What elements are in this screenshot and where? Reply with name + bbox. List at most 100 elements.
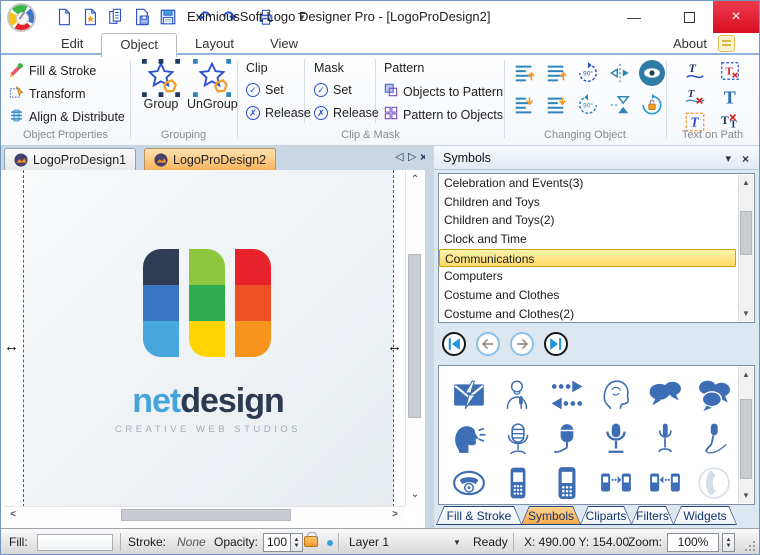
document-tab-logoprodesign1[interactable]: LogoProDesign1	[4, 148, 136, 170]
panel-close-icon[interactable]: ×	[742, 152, 749, 166]
objects-to-pattern-button[interactable]: Objects to Pattern	[384, 83, 503, 100]
logo-mark[interactable]	[143, 249, 273, 357]
prev-document-icon[interactable]: ◁	[395, 150, 403, 163]
previous-page-button[interactable]	[476, 332, 500, 356]
symbol-desk-mic[interactable]	[645, 420, 685, 458]
panel-tab-cliparts[interactable]: Cliparts	[580, 506, 632, 525]
category-item[interactable]: Children and Toys	[439, 193, 754, 212]
panel-tab-fill-stroke[interactable]: Fill & Stroke	[436, 506, 522, 525]
help-icon[interactable]	[718, 35, 735, 52]
last-page-button[interactable]	[544, 332, 568, 356]
mask-set-button[interactable]: ✓ Set	[314, 83, 352, 97]
stroke-value[interactable]: None	[177, 529, 206, 555]
insert-text-button[interactable]: T	[718, 85, 742, 109]
save-document-icon[interactable]	[131, 6, 153, 28]
right-resize-handle[interactable]: ↔	[387, 340, 402, 354]
horizontal-scroll-thumb[interactable]	[121, 509, 291, 521]
align-justify-arrow-button[interactable]	[543, 60, 569, 86]
opacity-input[interactable]: 100	[263, 533, 291, 552]
rotate-cw-90-button[interactable]: 90°	[575, 60, 601, 86]
visibility-eye-button[interactable]	[639, 60, 665, 86]
flip-horizontal-button[interactable]	[607, 60, 633, 86]
zoom-stepper[interactable]: ▲▼	[722, 533, 735, 552]
symbol-phone-send[interactable]	[596, 464, 636, 502]
stepper-down-icon[interactable]: ▼	[726, 543, 732, 549]
menu-tab-edit[interactable]: Edit	[43, 33, 101, 55]
panel-tab-filters[interactable]: Filters	[631, 506, 674, 525]
category-item[interactable]: Communications	[439, 249, 736, 268]
symbol-vintage-mic[interactable]	[498, 420, 538, 458]
ungroup-button[interactable]: UnGroup	[187, 59, 237, 111]
symbol-mail-flash[interactable]	[449, 376, 489, 414]
about-menu[interactable]: About	[673, 33, 707, 55]
pattern-to-objects-button[interactable]: Pattern to Objects	[384, 106, 503, 123]
align-top-arrow-button[interactable]	[511, 60, 537, 86]
fill-color-swatch[interactable]	[37, 534, 113, 551]
panel-collapse-icon[interactable]: ▾	[725, 152, 731, 165]
grid-scroll-thumb[interactable]	[740, 399, 752, 479]
layer-dropdown-icon[interactable]: ▼	[453, 530, 461, 555]
symbol-talking-head[interactable]	[449, 420, 489, 458]
close-button[interactable]: ×	[713, 1, 759, 33]
left-resize-handle[interactable]: ↔	[4, 340, 19, 354]
scroll-up-icon[interactable]: ⌃	[407, 173, 423, 187]
transform-button[interactable]: Transform	[9, 85, 86, 103]
align-distribute-button[interactable]: Align & Distribute	[9, 108, 125, 126]
new-from-template-icon[interactable]	[79, 6, 101, 28]
maximize-button[interactable]	[666, 1, 712, 33]
panel-tab-widgets[interactable]: Widgets	[673, 506, 737, 525]
clip-set-button[interactable]: ✓ Set	[246, 83, 284, 97]
symbol-phone-receive[interactable]	[645, 464, 685, 502]
mask-release-button[interactable]: ✗ Release	[314, 106, 379, 120]
canvas[interactable]: ↔ ↔ netdesign CREATIVE WEB STUDIOS ⌃ ⌄ <…	[3, 170, 425, 522]
group-button[interactable]: Group	[136, 59, 186, 111]
stepper-down-icon[interactable]: ▼	[294, 543, 300, 549]
fill-stroke-button[interactable]: Fill & Stroke	[9, 62, 96, 80]
remove-text-frame-button[interactable]: T	[718, 59, 742, 83]
lock-icon[interactable]	[304, 536, 318, 547]
symbol-chat-three[interactable]	[694, 376, 734, 414]
minimize-button[interactable]: —	[611, 1, 657, 33]
copy-document-icon[interactable]	[105, 6, 127, 28]
menu-tab-layout[interactable]: Layout	[177, 33, 252, 55]
resize-grip[interactable]	[744, 540, 757, 553]
symbol-rotary-phone[interactable]	[449, 464, 489, 502]
opacity-stepper[interactable]: ▲▼	[290, 533, 303, 552]
next-document-icon[interactable]: ▷	[408, 150, 416, 163]
symbol-mic-stand[interactable]	[596, 420, 636, 458]
category-item[interactable]: Clock and Time	[439, 230, 754, 249]
symbol-head-sketch[interactable]	[596, 376, 636, 414]
category-item[interactable]: Children and Toys(2)	[439, 211, 754, 230]
symbol-cellphone[interactable]	[498, 464, 538, 502]
align-bottom-arrow-button[interactable]	[511, 92, 537, 118]
logo-wordmark[interactable]: netdesign	[43, 382, 373, 421]
scroll-down-icon[interactable]: ▼	[738, 489, 754, 503]
category-item[interactable]: Celebration and Events(3)	[439, 174, 754, 193]
flip-vertical-button[interactable]	[607, 92, 633, 118]
symbol-hand-mic[interactable]	[694, 420, 734, 458]
category-item[interactable]: Computers	[439, 267, 754, 286]
vertical-scroll-thumb[interactable]	[408, 254, 421, 418]
canvas-horizontal-scrollbar[interactable]: < >	[3, 506, 405, 522]
category-item[interactable]: Costume and Clothes	[439, 286, 754, 305]
scroll-right-icon[interactable]: >	[387, 508, 403, 522]
panel-tab-symbols[interactable]: Symbols	[521, 506, 581, 525]
symbol-studio-mic[interactable]	[547, 420, 587, 458]
symbol-handset-faded[interactable]	[694, 464, 734, 502]
clip-release-button[interactable]: ✗ Release	[246, 106, 311, 120]
panel-splitter[interactable]	[425, 146, 434, 528]
rotate-ccw-90-button[interactable]: 90°	[575, 92, 601, 118]
scroll-down-icon[interactable]: ⌄	[407, 488, 423, 502]
text-on-path-button[interactable]: T>	[683, 59, 707, 83]
scroll-left-icon[interactable]: <	[5, 508, 21, 522]
remove-text-from-path-button[interactable]: T	[683, 85, 707, 109]
unlock-rotate-button[interactable]	[639, 92, 665, 118]
first-page-button[interactable]	[442, 332, 466, 356]
symbol-chat-two[interactable]	[645, 376, 685, 414]
symbol-interview-person[interactable]	[498, 376, 538, 414]
symbol-arrows-exchange[interactable]	[547, 376, 587, 414]
grid-scrollbar[interactable]: ▲ ▼	[738, 367, 753, 503]
new-document-icon[interactable]	[53, 6, 75, 28]
scroll-up-icon[interactable]: ▲	[738, 368, 754, 382]
zoom-input[interactable]: 100%	[667, 533, 719, 552]
